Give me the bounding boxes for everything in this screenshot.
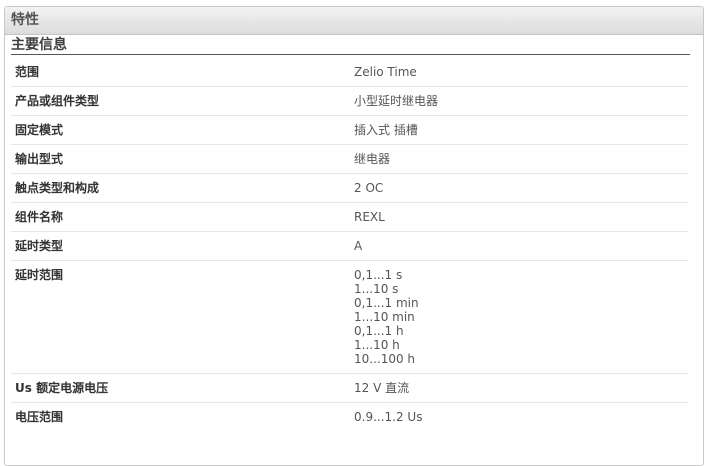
spec-label: 组件名称 xyxy=(15,210,64,224)
spec-label: 范围 xyxy=(15,65,40,79)
panel-title: 特性 xyxy=(11,12,39,28)
spec-label: 电压范围 xyxy=(15,410,64,424)
spec-table: 范围 Zelio Time 产品或组件类型 小型延时继电器 固定模式 插入式 插… xyxy=(11,58,688,432)
spec-value: 12 V 直流 xyxy=(354,381,410,395)
section-divider xyxy=(11,54,690,55)
spec-value: REXL xyxy=(354,210,385,224)
spec-value: 插入式 插槽 xyxy=(354,123,418,137)
delay-range-value: 0,1...1 s xyxy=(354,268,403,282)
spec-value: 继电器 xyxy=(354,152,391,166)
delay-range-value: 0,1...1 min xyxy=(354,296,419,310)
spec-value: A xyxy=(354,239,363,253)
panel-header: 特性 xyxy=(5,7,703,35)
spec-label: 固定模式 xyxy=(15,123,64,137)
spec-row-mounting-mode: 固定模式 插入式 插槽 xyxy=(11,116,688,145)
spec-value: Zelio Time xyxy=(354,65,417,79)
spec-row-delay-range: 延时范围 0,1...1 s 1...10 s 0,1...1 min 1...… xyxy=(11,261,688,374)
delay-range-value: 0,1...1 h xyxy=(354,324,404,338)
spec-row-delay-type: 延时类型 A xyxy=(11,232,688,261)
spec-label: 延时范围 xyxy=(15,268,64,282)
section-title: 主要信息 xyxy=(11,37,67,53)
spec-label: 输出型式 xyxy=(15,152,64,166)
spec-row-rated-supply-voltage: Us 额定电源电压 12 V 直流 xyxy=(11,374,688,403)
spec-row-output-type: 输出型式 继电器 xyxy=(11,145,688,174)
spec-value: 0.9...1.2 Us xyxy=(354,410,423,424)
spec-label: 产品或组件类型 xyxy=(15,94,100,108)
spec-label: 触点类型和构成 xyxy=(15,181,100,195)
delay-range-value: 1...10 s xyxy=(354,282,399,296)
spec-row-component-name: 组件名称 REXL xyxy=(11,203,688,232)
delay-range-value: 10...100 h xyxy=(354,352,416,366)
spec-row-voltage-range: 电压范围 0.9...1.2 Us xyxy=(11,403,688,432)
spec-label: 延时类型 xyxy=(15,239,64,253)
spec-row-product-type: 产品或组件类型 小型延时继电器 xyxy=(11,87,688,116)
spec-label: Us 额定电源电压 xyxy=(15,381,109,395)
delay-range-value: 1...10 min xyxy=(354,310,415,324)
spec-value: 2 OC xyxy=(354,181,384,195)
spec-value-list: 0,1...1 s 1...10 s 0,1...1 min 1...10 mi… xyxy=(354,261,688,373)
spec-row-contact-type: 触点类型和构成 2 OC xyxy=(11,174,688,203)
delay-range-value: 1...10 h xyxy=(354,338,400,352)
spec-row-range: 范围 Zelio Time xyxy=(11,58,688,87)
spec-value: 小型延时继电器 xyxy=(354,94,439,108)
